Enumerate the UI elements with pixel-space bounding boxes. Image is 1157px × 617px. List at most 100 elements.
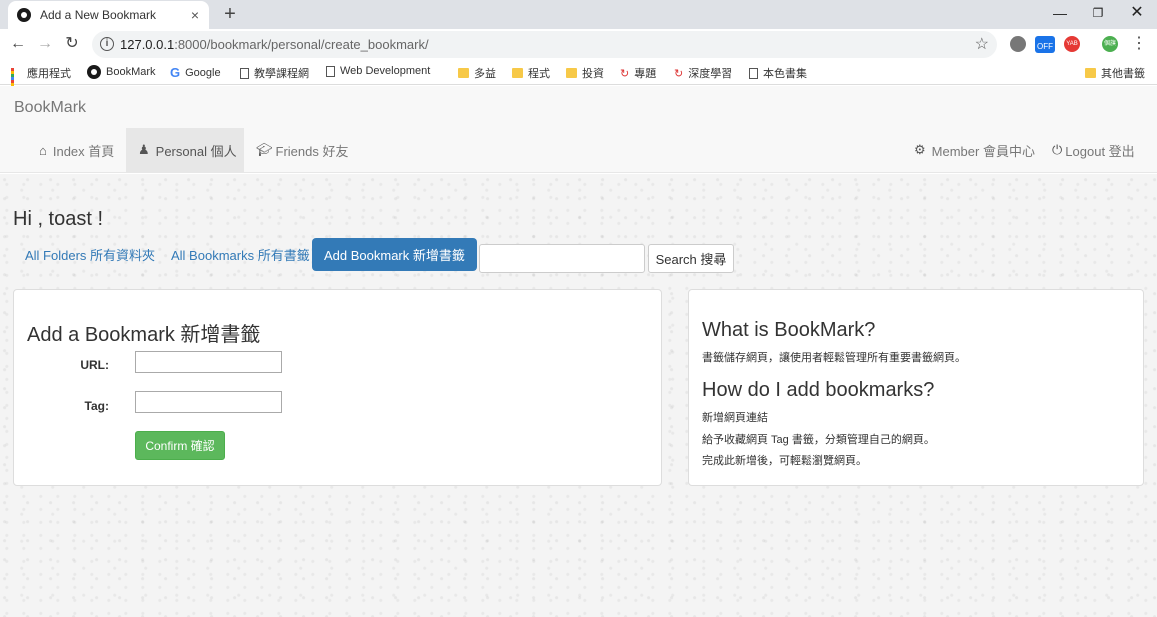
extension-off-badge: OFF: [1037, 42, 1053, 51]
browser-toolbar: ← → ↻ i 127.0.0.1:8000/bookmark/personal…: [0, 29, 1157, 60]
bookmark-site-favicon-icon: [17, 8, 31, 22]
extension-off-icon[interactable]: OFF: [1035, 36, 1055, 53]
profile-label: 個旗: [1103, 41, 1116, 47]
tab-close-icon[interactable]: ×: [187, 7, 203, 23]
bookmark-item-label: Web Development: [340, 65, 431, 77]
add-bookmark-panel: Add a Bookmark 新增書籤 URL: Tag: Confirm 確認: [13, 289, 662, 486]
url-label: URL:: [80, 358, 109, 372]
folder-icon: [512, 68, 523, 78]
tag-label: Tag:: [84, 399, 109, 413]
nav-logout-label: Logout 登出: [1065, 143, 1135, 159]
chrome-menu-icon[interactable]: ⋮: [1128, 33, 1150, 55]
page-icon: [326, 65, 335, 77]
browser-tab[interactable]: Add a New Bookmark ×: [8, 1, 209, 29]
nav-personal-label: Personal 個人: [155, 143, 237, 159]
bookmark-item[interactable]: Web Development: [326, 65, 430, 77]
tag-input[interactable]: [135, 391, 282, 413]
bookmark-apps[interactable]: 應用程式: [11, 65, 71, 95]
apps-grid-icon: [11, 67, 22, 95]
bookmark-apps-label: 應用程式: [27, 68, 71, 80]
bookmark-item[interactable]: ↻ 專題: [620, 65, 656, 81]
browser-tab-strip: Add a New Bookmark × + — ❐ ✕: [0, 0, 1157, 29]
bookmark-item[interactable]: 本色書集: [749, 65, 807, 81]
nav-friends-label: Friends 好友: [275, 143, 349, 159]
minimize-icon[interactable]: —: [1045, 0, 1075, 26]
close-window-icon[interactable]: ✕: [1122, 0, 1152, 26]
home-icon: ⌂: [39, 142, 47, 158]
search-input[interactable]: [479, 244, 645, 273]
bookmark-folder[interactable]: 程式: [512, 65, 550, 81]
site-navbar: BookMark ⌂ Index 首頁 ♟ Personal 個人 🎓︎ Friend…: [0, 86, 1157, 173]
info-panel: What is BookMark? 書籤儲存網頁，讓使用者輕鬆管理所有重要書籤網…: [688, 289, 1144, 486]
info-text: 給予收藏網頁 Tag 書籤，分類管理自己的網頁。: [702, 434, 935, 446]
bookmark-star-icon[interactable]: ☆: [975, 34, 989, 54]
bookmark-site-icon: [87, 65, 101, 79]
profile-avatar[interactable]: 個旗: [1102, 36, 1118, 52]
folder-icon: [566, 68, 577, 78]
tab-all-folders[interactable]: All Folders 所有資料夾: [13, 238, 167, 271]
info-text: 完成此新增後，可輕鬆瀏覽網頁。: [702, 455, 867, 467]
swirl-icon: ↻: [674, 67, 684, 80]
tab-title: Add a New Bookmark: [40, 8, 157, 22]
bookmark-item-label: BookMark: [106, 66, 156, 78]
nav-member[interactable]: ⚙ Member 會員中心: [902, 128, 1047, 172]
extension-yab-label: YAB: [1066, 41, 1078, 47]
info-text: 書籤儲存網頁，讓使用者輕鬆管理所有重要書籤網頁。: [702, 352, 966, 364]
bookmark-item-label: 教學課程網: [254, 68, 309, 80]
reload-icon[interactable]: ↻: [61, 33, 83, 55]
nav-friends[interactable]: 🎓︎ Friends 好友: [244, 128, 360, 172]
bookmark-item-label: 深度學習: [688, 68, 733, 80]
form-title: Add a Bookmark 新增書籤: [27, 324, 261, 346]
url-text: 127.0.0.1:8000/bookmark/personal/create_…: [120, 37, 429, 52]
bookmark-item[interactable]: G Google: [170, 65, 221, 80]
bookmark-item-label: Google: [185, 66, 221, 79]
back-icon[interactable]: ←: [7, 33, 29, 55]
page-content: Hi , toast ! All Folders 所有資料夾 All Bookm…: [0, 174, 1157, 617]
extension-moon-icon[interactable]: [1010, 36, 1026, 52]
bookmark-folder-label: 程式: [528, 68, 550, 80]
page-icon: [240, 67, 249, 79]
graduation-cap-icon: 🎓︎: [256, 142, 273, 157]
search-button[interactable]: Search 搜尋: [648, 244, 734, 273]
url-input[interactable]: [135, 351, 282, 373]
bookmark-folder[interactable]: 投資: [566, 65, 604, 81]
bookmark-item-label: 本色書集: [763, 68, 807, 80]
swirl-icon: ↻: [620, 67, 630, 80]
tab-add-bookmark[interactable]: Add Bookmark 新增書籤: [312, 238, 477, 271]
greeting-text: Hi , toast !: [13, 208, 104, 230]
site-info-icon[interactable]: i: [100, 37, 114, 51]
info-heading-how: How do I add bookmarks?: [702, 379, 935, 401]
forward-icon[interactable]: →: [34, 33, 56, 55]
bookmark-other-folder[interactable]: 其他書籤: [1085, 65, 1145, 81]
bookmark-other-label: 其他書籤: [1101, 68, 1145, 80]
folder-icon: [1085, 68, 1096, 78]
site-brand[interactable]: BookMark: [14, 99, 86, 117]
gear-icon: ⚙: [914, 142, 926, 157]
bookmark-item-label: 專題: [634, 68, 657, 80]
new-tab-button[interactable]: +: [220, 3, 240, 25]
nav-logout[interactable]: ⏻︎ Logout 登出: [1040, 128, 1147, 172]
page-icon: [749, 67, 758, 79]
nav-personal[interactable]: ♟ Personal 個人: [126, 128, 244, 172]
address-bar[interactable]: i 127.0.0.1:8000/bookmark/personal/creat…: [92, 31, 997, 58]
tab-all-bookmarks[interactable]: All Bookmarks 所有書籤: [159, 238, 322, 271]
info-text: 新增網頁連結: [702, 412, 768, 424]
confirm-button[interactable]: Confirm 確認: [135, 431, 225, 460]
bookmark-item[interactable]: BookMark: [87, 65, 156, 79]
bookmarks-bar: 應用程式 BookMark G Google 教學課程網 Web Developm…: [0, 60, 1157, 95]
extension-yab-icon[interactable]: YAB: [1064, 36, 1080, 52]
power-icon: ⏻︎: [1052, 142, 1063, 157]
restore-icon[interactable]: ❐: [1083, 0, 1113, 26]
google-icon: G: [170, 65, 181, 80]
user-icon: ♟: [138, 142, 150, 157]
bookmark-item[interactable]: ↻ 深度學習: [674, 65, 732, 81]
bookmark-folder[interactable]: 多益: [458, 65, 496, 81]
nav-index-label: Index 首頁: [52, 143, 115, 159]
bookmark-folder-label: 投資: [582, 68, 604, 80]
nav-index[interactable]: ⌂ Index 首頁: [27, 128, 126, 172]
bookmark-item[interactable]: 教學課程網: [240, 65, 309, 81]
bookmark-folder-label: 多益: [474, 68, 496, 80]
info-heading-what: What is BookMark?: [702, 319, 876, 341]
nav-member-label: Member 會員中心: [931, 143, 1035, 159]
folder-icon: [458, 68, 469, 78]
